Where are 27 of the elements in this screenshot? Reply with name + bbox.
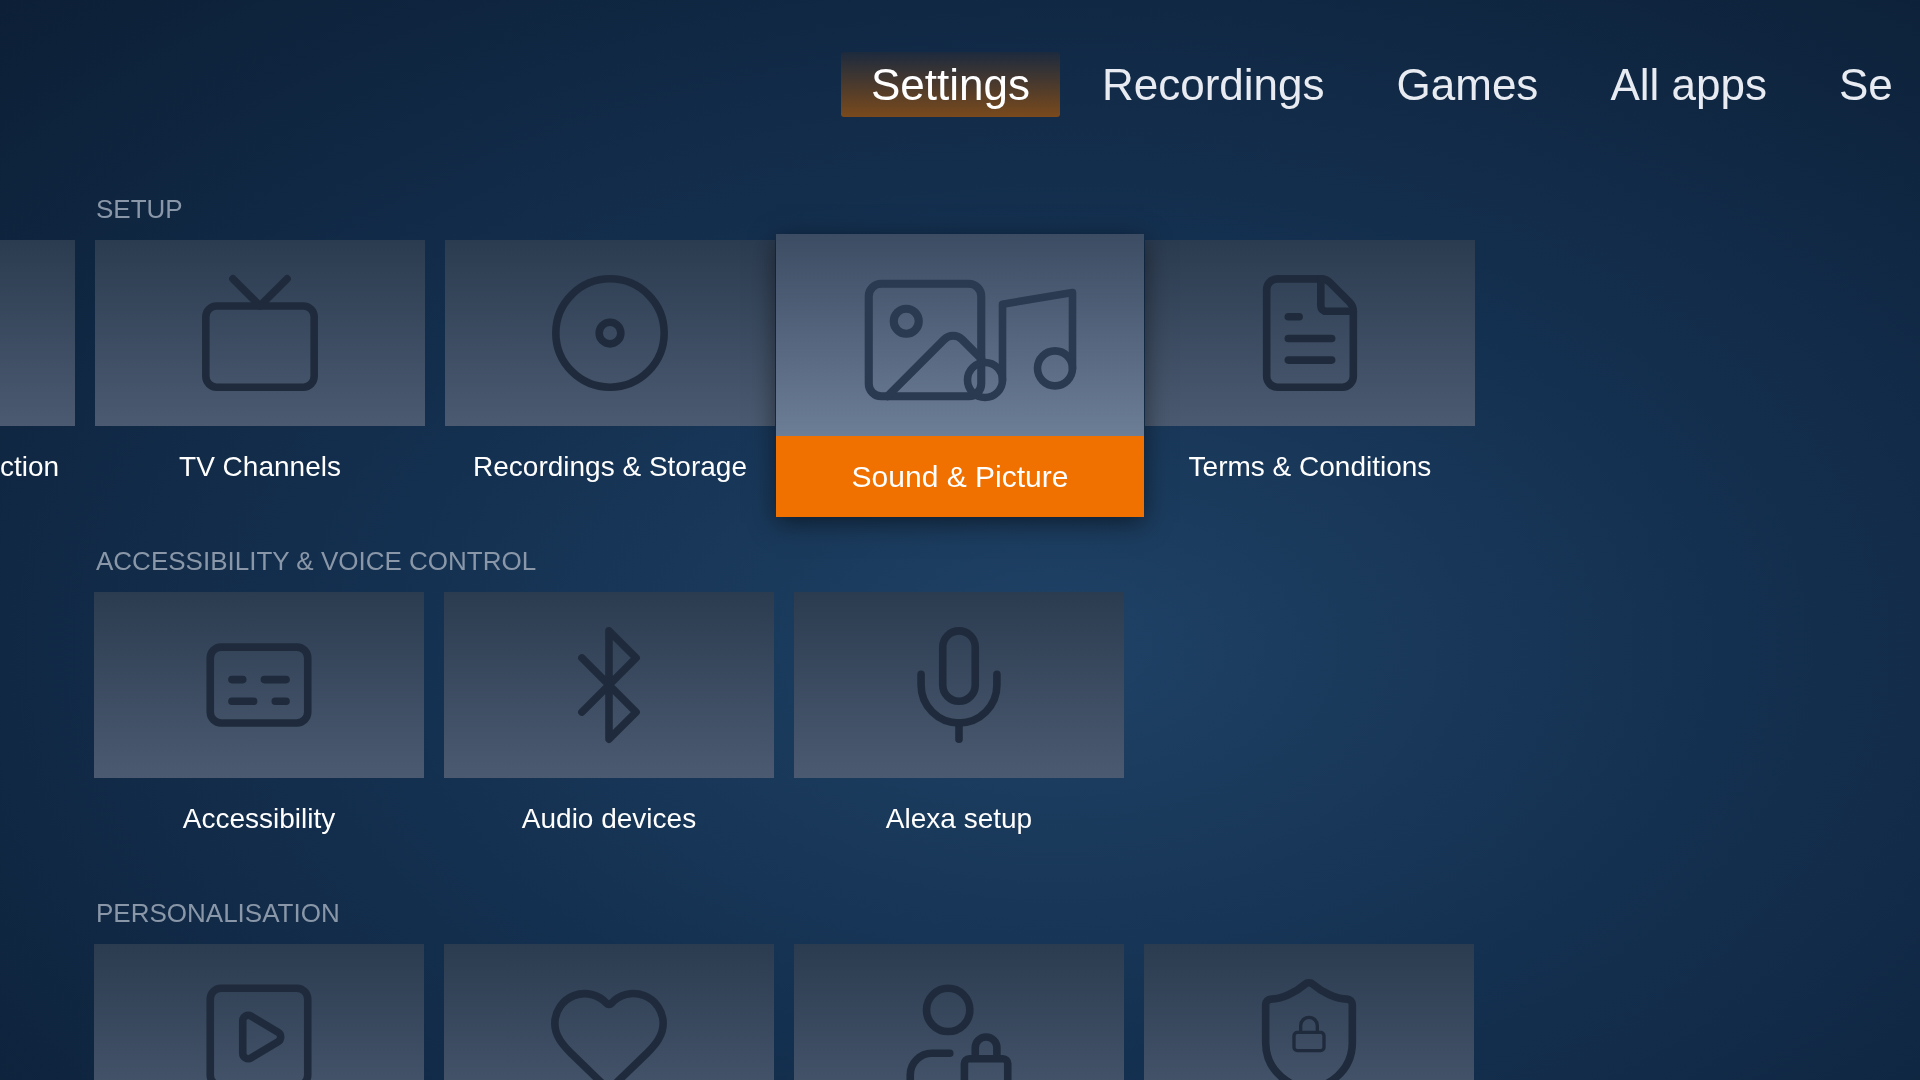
section-heading: PERSONALISATION (95, 897, 341, 930)
section-heading: SETUP (95, 193, 184, 226)
settings-tile[interactable] (1144, 944, 1474, 1080)
nav-tab[interactable]: Se (1808, 52, 1920, 117)
tile-label: TV Channels (178, 450, 342, 484)
nav-tab[interactable]: All apps (1580, 52, 1797, 117)
nav-tab[interactable]: Settings (841, 52, 1060, 117)
tile-label: Audio devices (520, 802, 698, 836)
settings-tile[interactable] (94, 944, 424, 1080)
settings-tile[interactable] (445, 240, 775, 426)
settings-tile[interactable] (95, 240, 425, 426)
nav-tab[interactable]: Recordings (1072, 52, 1355, 117)
settings-tile[interactable] (444, 592, 774, 778)
nav-tab[interactable]: Games (1366, 52, 1569, 117)
settings-tile[interactable] (794, 592, 1124, 778)
section-heading: ACCESSIBILITY & VOICE CONTROL (95, 545, 538, 578)
settings-tile[interactable] (444, 944, 774, 1080)
settings-tile[interactable] (1145, 240, 1475, 426)
tile-label: Recordings & Storage (472, 450, 748, 484)
tile-label: Sound & Picture (851, 459, 1069, 495)
tile-label: Accessibility (181, 802, 337, 836)
settings-tile[interactable] (94, 592, 424, 778)
tile-label: Alexa setup (884, 802, 1034, 836)
settings-tile[interactable] (0, 240, 75, 426)
tile-label: Terms & Conditions (1187, 450, 1433, 484)
tile-label: ction (0, 450, 61, 484)
settings-tile[interactable] (794, 944, 1124, 1080)
